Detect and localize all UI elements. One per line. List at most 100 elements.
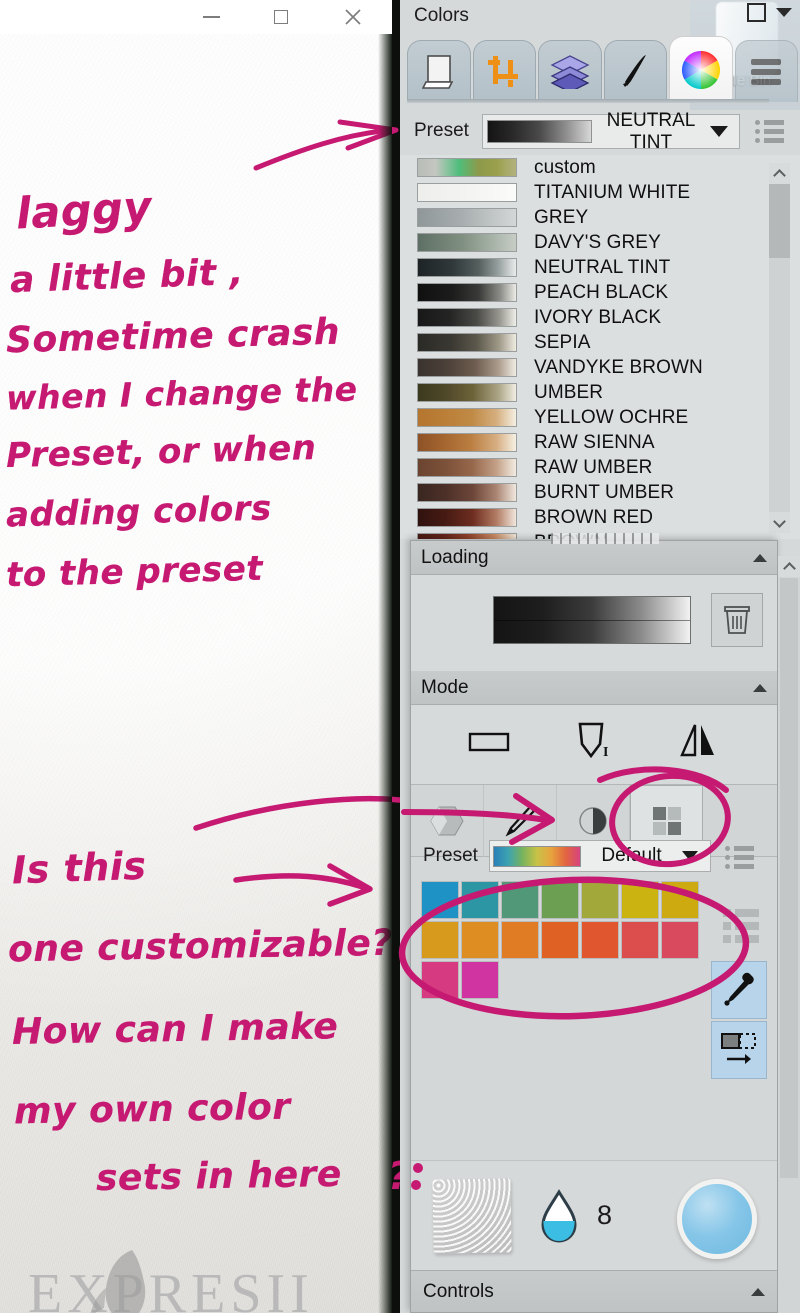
scroll-down-button[interactable] [769, 512, 790, 533]
shape-mirror-button[interactable] [677, 722, 721, 767]
swatch-chip [417, 433, 517, 452]
tab-paper[interactable] [407, 40, 471, 102]
chevron-up-icon [782, 561, 796, 575]
preset-list-view-icon[interactable] [755, 120, 784, 143]
delete-button[interactable] [711, 593, 763, 647]
swatch-list-item[interactable]: GREY [400, 205, 800, 230]
pen-dropper-icon [505, 804, 536, 836]
mode-section-header[interactable]: Mode [411, 671, 777, 705]
swatch-name: IVORY BLACK [534, 306, 662, 328]
drawing-canvas[interactable]: laggy a little bit , Sometime crash when… [0, 34, 400, 1313]
current-color-orb[interactable] [677, 1179, 757, 1259]
swatch-list-item[interactable]: VANDYKE BROWN [400, 355, 800, 380]
panel-maximize-button[interactable] [747, 3, 766, 22]
tab-colors[interactable] [669, 36, 733, 102]
sponge-texture-icon[interactable] [432, 1177, 512, 1254]
palette-color-cell[interactable] [501, 921, 539, 959]
palette-color-cell[interactable] [421, 881, 459, 919]
scrollbar-thumb[interactable] [769, 184, 790, 258]
palette-color-cell[interactable] [661, 881, 699, 919]
shape-rectangle-button[interactable] [467, 727, 511, 762]
palette-color-cell[interactable] [541, 921, 579, 959]
swatch-name: NEUTRAL TINT [534, 256, 671, 278]
brush-status-bar: 8 [411, 1160, 777, 1270]
swatch-list-item[interactable]: UMBER [400, 380, 800, 405]
palette-color-cell[interactable] [581, 881, 619, 919]
palette-list-view-icon[interactable] [723, 909, 759, 943]
layers-icon [550, 54, 590, 89]
palette-color-cell[interactable] [421, 921, 459, 959]
swatch-list-item[interactable]: SEPIA [400, 330, 800, 355]
swatch-list-item[interactable]: PEACH BLACK [400, 280, 800, 305]
palette-color-cell[interactable] [461, 881, 499, 919]
handwriting-line: when I change the [5, 369, 359, 418]
chevron-down-icon[interactable] [776, 8, 792, 17]
triangle-up-icon[interactable] [753, 683, 767, 692]
color-wheel-icon [681, 50, 720, 89]
swatch-chip [417, 358, 517, 377]
swatch-list-item[interactable]: BROWN RED [400, 505, 800, 530]
maximize-button[interactable] [250, 0, 312, 34]
palette-color-cell[interactable] [661, 921, 699, 959]
palette-preset-value: Default [601, 845, 662, 866]
swatch-list-item[interactable]: NEUTRAL TINT [400, 255, 800, 280]
hexagon-blob-icon [430, 806, 464, 835]
swatch-list-item[interactable]: TITANIUM WHITE [400, 180, 800, 205]
palette-color-cell[interactable] [621, 921, 659, 959]
panel-scrollbar-thumb[interactable] [780, 578, 798, 1178]
window-drag-grip[interactable] [551, 533, 659, 544]
palette-color-cell[interactable] [541, 881, 579, 919]
swatch-name: VANDYKE BROWN [534, 356, 703, 378]
swatch-name: PEACH BLACK [534, 281, 669, 303]
palette-color-cell[interactable] [621, 881, 659, 919]
tab-menu[interactable] [734, 40, 798, 102]
swap-color-button[interactable] [711, 1021, 767, 1079]
water-drop-icon[interactable] [535, 1187, 583, 1245]
paper-sheet-icon [421, 54, 454, 89]
swatch-list-item[interactable]: RAW SIENNA [400, 430, 800, 455]
watermark-text: EXPRESII [28, 1263, 314, 1313]
palette-preset-dropdown[interactable]: Default [489, 840, 711, 872]
tab-layers[interactable] [538, 40, 602, 102]
swatch-list-item[interactable]: YELLOW OCHRE [400, 405, 800, 430]
paintbrush-icon [623, 54, 647, 87]
swatch-list-item[interactable]: RAW UMBER [400, 455, 800, 480]
minimize-icon [202, 16, 220, 18]
swatch-list-item[interactable]: custom [400, 155, 800, 180]
close-button[interactable] [322, 0, 384, 34]
swatch-chip [417, 408, 517, 427]
preset-dropdown[interactable]: NEUTRAL TINT [482, 110, 740, 153]
mirror-split-icon [679, 724, 714, 757]
eyedropper-button[interactable] [711, 961, 767, 1019]
tab-crop[interactable] [472, 40, 536, 102]
scroll-up-button[interactable] [769, 163, 790, 184]
swatch-name: TITANIUM WHITE [534, 181, 691, 203]
color-swatch-list[interactable]: custom TITANIUM WHITE GREY DAVY'S GREY NEUTR… [400, 155, 800, 539]
loading-section-header[interactable]: Loading [411, 541, 777, 575]
maximize-icon [274, 10, 288, 24]
swatch-list-item[interactable]: BURNT UMBER [400, 480, 800, 505]
palette-preset-list-view-icon[interactable] [725, 846, 754, 869]
handwriting-line: to the preset [5, 548, 264, 596]
swatch-list-item[interactable]: IVORY BLACK [400, 305, 800, 330]
triangle-up-icon[interactable] [753, 553, 767, 562]
palette-color-grid[interactable] [421, 881, 707, 999]
handwriting-line: sets in here [95, 1153, 343, 1200]
loading-gradient-preview[interactable] [493, 596, 691, 644]
minimize-button[interactable] [180, 0, 242, 34]
palette-color-cell[interactable] [461, 921, 499, 959]
swatch-list-scrollbar[interactable] [769, 163, 790, 533]
panel-scroll-up-button[interactable] [778, 556, 800, 577]
controls-section-header[interactable]: Controls [411, 1270, 777, 1312]
shape-nib-button[interactable]: I [572, 720, 616, 769]
swatch-name: GREY [534, 206, 589, 228]
palette-color-cell[interactable] [501, 881, 539, 919]
panel-scrollbar[interactable] [778, 556, 800, 1313]
palette-color-cell[interactable] [461, 961, 499, 999]
swatch-chip [417, 508, 517, 527]
palette-color-cell[interactable] [581, 921, 619, 959]
swatch-list-item[interactable]: DAVY'S GREY [400, 230, 800, 255]
palette-color-cell[interactable] [421, 961, 459, 999]
tab-brush[interactable] [603, 40, 667, 102]
triangle-up-icon[interactable] [751, 1287, 765, 1296]
